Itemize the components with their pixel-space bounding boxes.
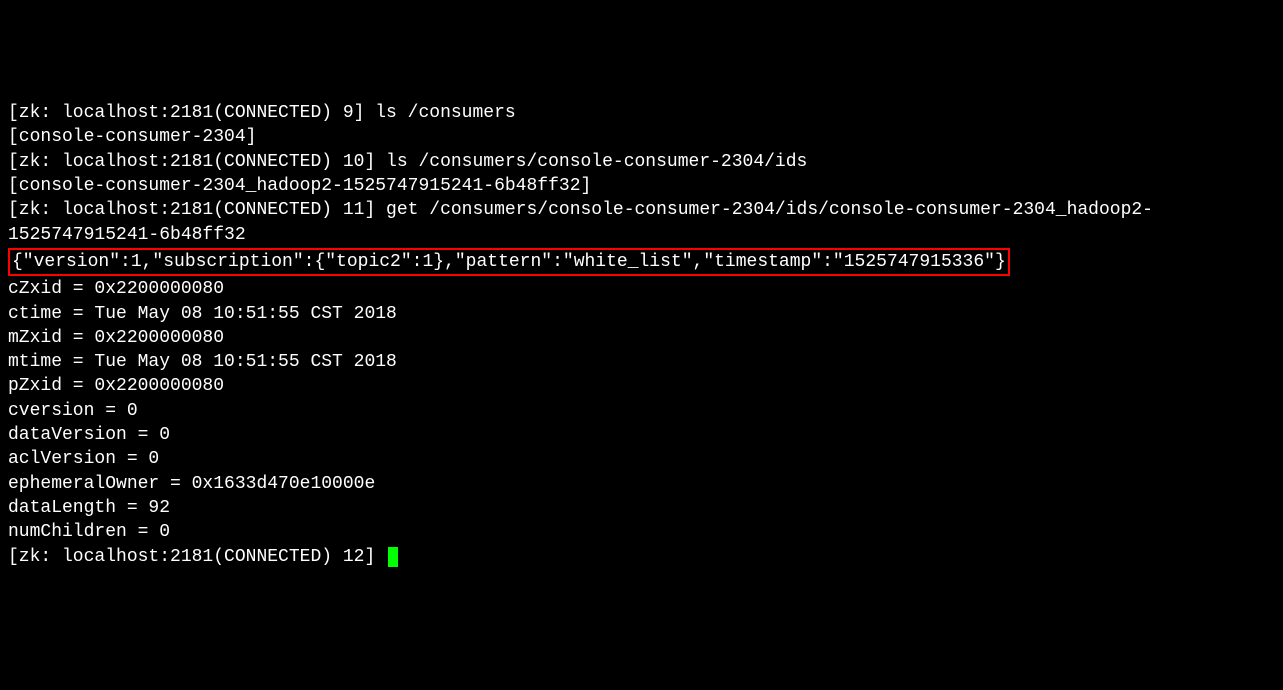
stat-dataversion: dataVersion = 0 bbox=[8, 423, 1275, 447]
current-prompt[interactable]: [zk: localhost:2181(CONNECTED) 12] bbox=[8, 547, 386, 567]
stat-numchildren: numChildren = 0 bbox=[8, 520, 1275, 544]
cursor-icon bbox=[388, 547, 398, 567]
stat-mzxid: mZxid = 0x2200000080 bbox=[8, 326, 1275, 350]
stat-cversion: cversion = 0 bbox=[8, 399, 1275, 423]
output-line: [console-consumer-2304] bbox=[8, 125, 1275, 149]
prompt-command-line: [zk: localhost:2181(CONNECTED) 9] ls /co… bbox=[8, 101, 1275, 125]
stat-mtime: mtime = Tue May 08 10:51:55 CST 2018 bbox=[8, 350, 1275, 374]
stat-pzxid: pZxid = 0x2200000080 bbox=[8, 374, 1275, 398]
stat-datalength: dataLength = 92 bbox=[8, 496, 1275, 520]
stat-ctime: ctime = Tue May 08 10:51:55 CST 2018 bbox=[8, 302, 1275, 326]
output-line: [console-consumer-2304_hadoop2-152574791… bbox=[8, 174, 1275, 198]
stat-ephemeralowner: ephemeralOwner = 0x1633d470e10000e bbox=[8, 472, 1275, 496]
prompt-command-line: [zk: localhost:2181(CONNECTED) 11] get /… bbox=[8, 198, 1275, 247]
stat-czxid: cZxid = 0x2200000080 bbox=[8, 277, 1275, 301]
stat-aclversion: aclVersion = 0 bbox=[8, 447, 1275, 471]
prompt-command-line: [zk: localhost:2181(CONNECTED) 10] ls /c… bbox=[8, 150, 1275, 174]
highlighted-json-output: {"version":1,"subscription":{"topic2":1}… bbox=[8, 248, 1010, 276]
terminal-output[interactable]: [zk: localhost:2181(CONNECTED) 9] ls /co… bbox=[8, 101, 1275, 569]
